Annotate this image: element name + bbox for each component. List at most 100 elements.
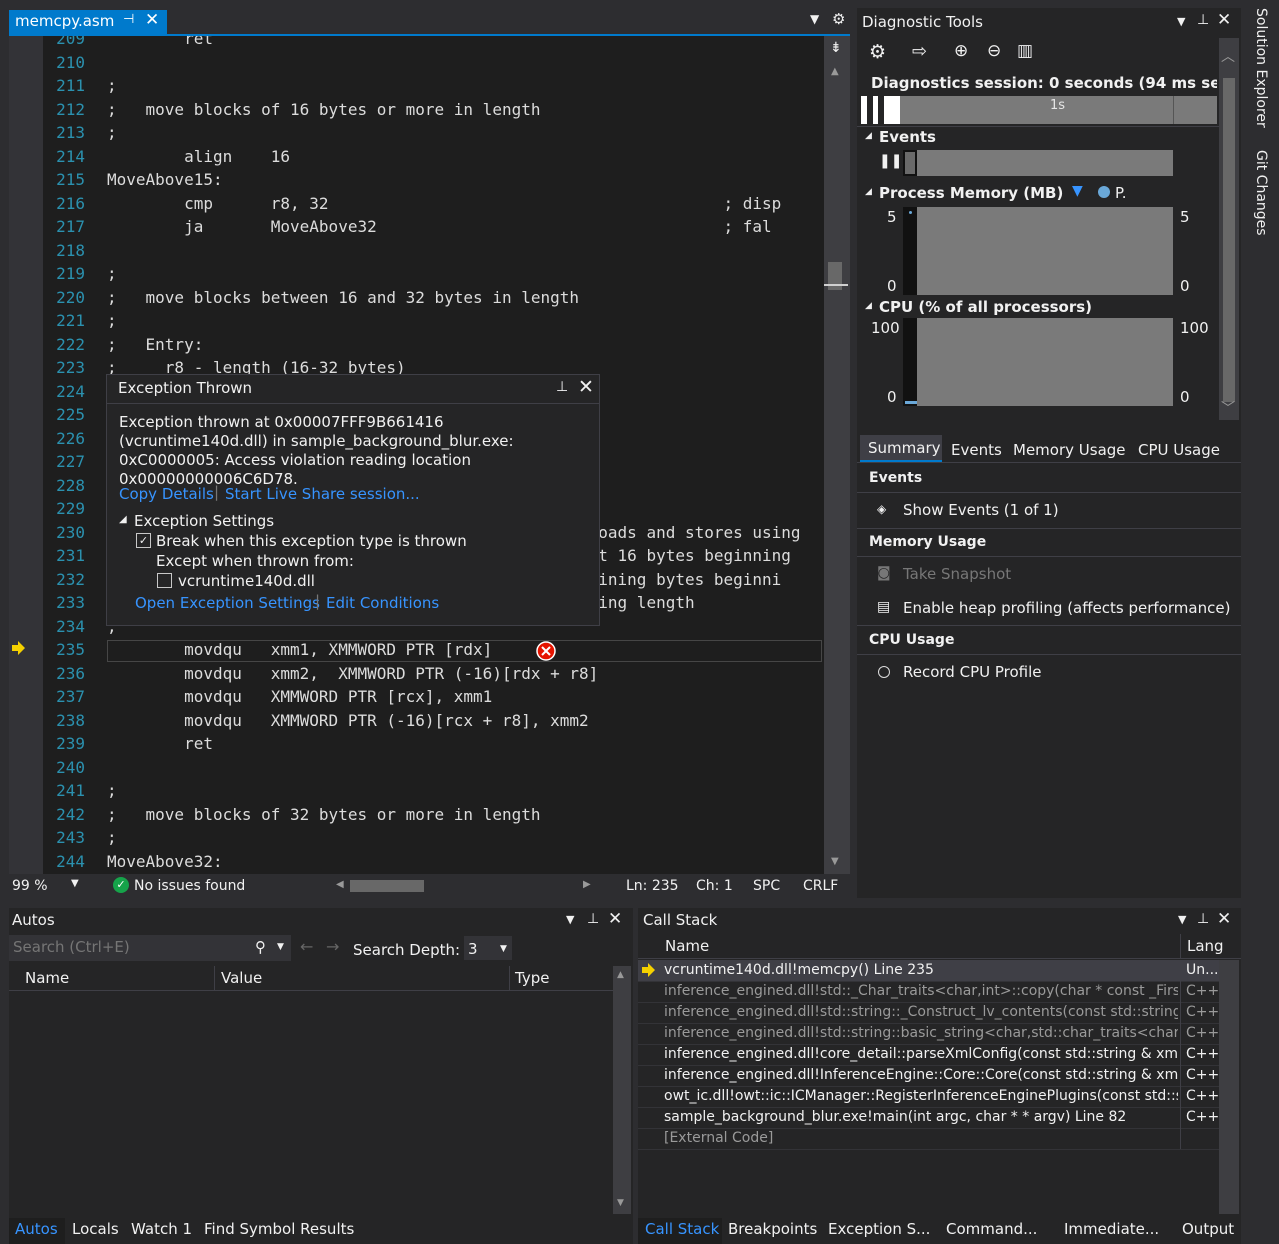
break-checkbox[interactable]: ✓ <box>136 533 151 548</box>
scroll-down-icon[interactable]: ▼ <box>831 856 839 867</box>
call-stack-row[interactable]: inference_engined.dll!std::string::basic… <box>638 1023 1219 1045</box>
call-stack-row[interactable]: owt_ic.dll!owt::ic::ICManager::RegisterI… <box>638 1086 1219 1108</box>
document-tab[interactable]: memcpy.asm ⊣ ✕ <box>9 10 167 34</box>
call-stack-scrollbar[interactable] <box>1219 960 1239 1214</box>
pin-icon[interactable]: ⊥ <box>1197 911 1209 927</box>
settings-gear-icon[interactable]: ⚙ <box>869 41 886 63</box>
line-number: 210 <box>56 52 85 72</box>
search-icon[interactable]: ⚲ <box>255 938 266 956</box>
cpu-graph[interactable] <box>903 318 1173 406</box>
tab-call-stack[interactable]: Call Stack <box>638 1218 722 1244</box>
zoom-dropdown-icon[interactable]: ▼ <box>71 878 79 889</box>
zoom-out-icon[interactable]: ⊖ <box>987 41 1001 61</box>
tab-events[interactable]: Events <box>951 441 1002 459</box>
line-indicator[interactable]: Ln: 235 <box>626 878 679 894</box>
heap-profiling-button[interactable]: Enable heap profiling (affects performan… <box>903 599 1230 617</box>
show-events-button[interactable]: Show Events (1 of 1) <box>903 501 1059 519</box>
breakpoint-gutter[interactable] <box>9 36 43 874</box>
forward-arrow-icon[interactable]: → <box>326 937 339 956</box>
close-icon[interactable]: ✕ <box>145 10 159 30</box>
side-tool-tabs: Solution Explorer Git Changes <box>1241 0 1279 1244</box>
dropdown-icon[interactable]: ▼ <box>566 913 574 926</box>
live-share-link[interactable]: Start Live Share session... <box>225 485 420 503</box>
tab-summary[interactable]: Summary <box>860 435 942 462</box>
call-stack-row[interactable]: vcruntime140d.dll!memcpy() Line 235 Un... <box>638 960 1219 982</box>
call-stack-row[interactable]: sample_background_blur.exe!main(int argc… <box>638 1107 1219 1129</box>
zoom-level[interactable]: 99 % <box>12 878 48 894</box>
horizontal-scroll-thumb[interactable] <box>350 880 424 892</box>
call-stack-row[interactable]: inference_engined.dll!core_detail::parse… <box>638 1044 1219 1066</box>
scroll-up-icon[interactable]: ︿ <box>1221 46 1235 66</box>
close-icon[interactable]: ✕ <box>1217 909 1231 929</box>
tab-watch-1[interactable]: Watch 1 <box>131 1220 192 1238</box>
tab-command[interactable]: Command... <box>946 1220 1037 1238</box>
edit-conditions-link[interactable]: Edit Conditions <box>326 594 439 612</box>
tab-cpu-usage[interactable]: CPU Usage <box>1138 441 1220 459</box>
tab-dropdown-icon[interactable]: ▼ <box>810 12 819 26</box>
tab-exception-settings[interactable]: Exception S... <box>828 1220 930 1238</box>
call-stack-row[interactable]: inference_engined.dll!InferenceEngine::C… <box>638 1065 1219 1087</box>
pause-icon[interactable]: ❚❚ <box>879 153 902 169</box>
events-track[interactable] <box>903 150 1173 176</box>
line-ending-indicator[interactable]: CRLF <box>803 878 838 894</box>
search-box[interactable]: ⚲ ▼ <box>9 935 291 961</box>
line-number: 215 <box>56 170 85 189</box>
diag-scrollbar[interactable]: ︿ ﹀ <box>1219 38 1239 420</box>
search-dropdown-icon[interactable]: ▼ <box>277 942 284 952</box>
copy-details-link[interactable]: Copy Details <box>119 485 214 503</box>
autos-scrollbar[interactable]: ▲ ▼ <box>613 966 631 1214</box>
pin-icon[interactable]: ⊥ <box>556 379 568 395</box>
scroll-right-icon[interactable]: ▶ <box>583 879 591 890</box>
editor-vertical-scrollbar[interactable]: ⇟ ▲ ▼ <box>824 36 850 874</box>
tab-breakpoints[interactable]: Breakpoints <box>728 1220 817 1238</box>
call-stack-row[interactable]: [External Code] <box>638 1128 1219 1150</box>
chart-icon[interactable]: ▥ <box>1017 41 1033 61</box>
search-input[interactable] <box>13 938 247 956</box>
open-exception-settings-link[interactable]: Open Exception Settings <box>135 594 320 612</box>
issues-status[interactable]: No issues found <box>134 878 245 894</box>
col-lang[interactable]: Lang <box>1187 937 1224 955</box>
scroll-up-icon[interactable]: ▲ <box>831 66 839 77</box>
scroll-down-icon[interactable]: ﹀ <box>1221 398 1235 418</box>
pin-icon[interactable]: ⊥ <box>1197 12 1209 28</box>
tab-output[interactable]: Output <box>1182 1220 1234 1238</box>
tab-locals[interactable]: Locals <box>72 1220 119 1238</box>
col-name[interactable]: Name <box>665 937 709 955</box>
tab-autos[interactable]: Autos <box>9 1218 65 1244</box>
pin-icon[interactable]: ⊥ <box>587 911 599 927</box>
call-stack-row[interactable]: inference_engined.dll!std::string::_Cons… <box>638 1002 1219 1024</box>
col-type[interactable]: Type <box>515 969 549 987</box>
git-changes-tab[interactable]: Git Changes <box>1253 150 1269 236</box>
gear-icon[interactable]: ⚙ <box>832 10 845 28</box>
line-number: 216 <box>56 193 85 213</box>
column-indicator[interactable]: Ch: 1 <box>696 878 733 894</box>
record-cpu-button[interactable]: Record CPU Profile <box>903 663 1042 681</box>
line-number: 244 <box>56 851 85 871</box>
zoom-in-icon[interactable]: ⊕ <box>954 41 968 61</box>
close-icon[interactable]: ✕ <box>608 909 622 929</box>
close-icon[interactable]: ✕ <box>1217 10 1231 30</box>
close-icon[interactable]: ✕ <box>578 376 594 398</box>
collapse-icon[interactable]: ◢ <box>119 514 127 525</box>
tab-find-symbol-results[interactable]: Find Symbol Results <box>204 1220 354 1238</box>
export-icon[interactable]: ⇨ <box>912 41 927 62</box>
filter-icon[interactable]: ▼ <box>1072 183 1083 199</box>
take-snapshot-button[interactable]: Take Snapshot <box>903 565 1011 583</box>
pin-icon[interactable]: ⊣ <box>123 12 134 27</box>
search-depth-select[interactable]: 3 ▼ <box>464 936 512 960</box>
tab-immediate[interactable]: Immediate... <box>1064 1220 1159 1238</box>
scroll-left-icon[interactable]: ◀ <box>336 879 344 890</box>
timeline-ruler[interactable]: 1s <box>861 96 1217 124</box>
back-arrow-icon[interactable]: ← <box>300 937 313 956</box>
dropdown-icon[interactable]: ▼ <box>1178 913 1186 926</box>
memory-graph[interactable] <box>903 207 1173 295</box>
solution-explorer-tab[interactable]: Solution Explorer <box>1253 8 1269 128</box>
call-stack-row[interactable]: inference_engined.dll!std::_Char_traits<… <box>638 981 1219 1003</box>
col-value[interactable]: Value <box>221 969 262 987</box>
indent-indicator[interactable]: SPC <box>753 878 780 894</box>
tab-memory-usage[interactable]: Memory Usage <box>1013 441 1126 459</box>
col-name[interactable]: Name <box>25 969 69 987</box>
split-icon[interactable]: ⇟ <box>830 40 842 56</box>
dropdown-icon[interactable]: ▼ <box>1177 15 1185 28</box>
module-checkbox[interactable] <box>157 573 172 588</box>
